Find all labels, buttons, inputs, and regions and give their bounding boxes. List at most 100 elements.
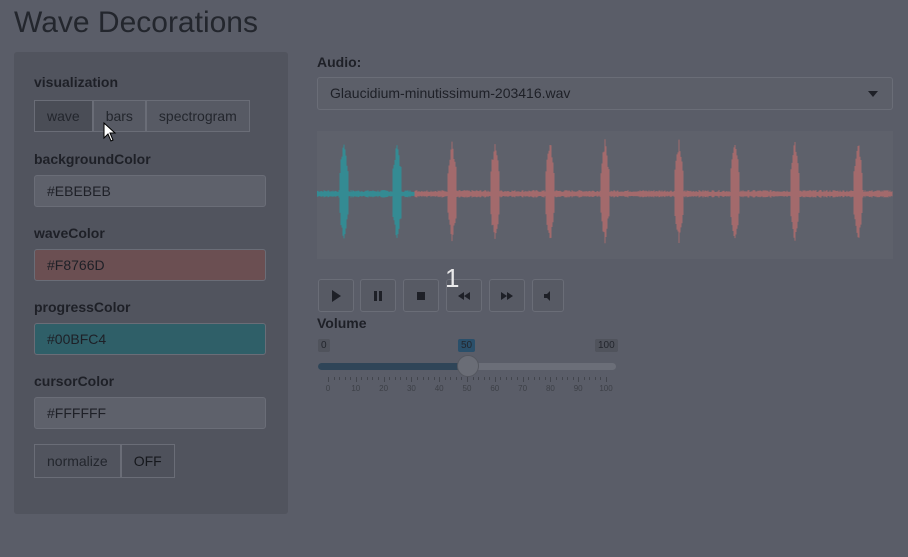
volume-minor-tick bbox=[489, 377, 491, 380]
audio-select[interactable]: Glaucidium-minutissimum-203416.wav bbox=[317, 77, 893, 110]
page-title: Wave Decorations bbox=[14, 6, 258, 39]
mute-icon bbox=[544, 291, 550, 302]
stop-icon bbox=[417, 292, 425, 301]
chevron-down-icon bbox=[868, 91, 878, 97]
volume-tick-label: 20 bbox=[379, 384, 389, 393]
volume-minor-tick bbox=[483, 377, 485, 380]
wave-color-label: waveColor bbox=[34, 225, 105, 241]
pause-icon bbox=[374, 291, 382, 302]
volume-slider[interactable] bbox=[318, 355, 616, 377]
normalize-label: normalize bbox=[34, 444, 121, 478]
visualization-option-wave[interactable]: wave bbox=[34, 100, 93, 132]
volume-minor-tick bbox=[555, 377, 557, 380]
volume-minor-tick bbox=[366, 377, 368, 380]
volume-minor-tick bbox=[478, 377, 480, 380]
volume-tick-label: 50 bbox=[462, 384, 472, 393]
cursor-color-input[interactable]: #FFFFFF bbox=[34, 397, 266, 429]
volume-tick bbox=[467, 377, 468, 382]
progress-color-input[interactable]: #00BFC4 bbox=[34, 323, 266, 355]
progress-color-label: progressColor bbox=[34, 299, 131, 315]
volume-minor-tick bbox=[600, 377, 602, 380]
volume-minor-tick bbox=[583, 377, 585, 380]
pause-button[interactable] bbox=[360, 279, 396, 312]
wave-color-input[interactable]: #F8766D bbox=[34, 249, 266, 281]
stop-button[interactable] bbox=[403, 279, 439, 312]
volume-tick bbox=[606, 377, 607, 382]
mute-button[interactable] bbox=[532, 279, 564, 312]
background-color-input[interactable]: #EBEBEB bbox=[34, 175, 266, 207]
volume-minor-tick bbox=[567, 377, 569, 380]
volume-minor-tick bbox=[533, 377, 535, 380]
volume-tick bbox=[355, 377, 357, 382]
visualization-option-bars[interactable]: bars bbox=[92, 100, 146, 132]
volume-minor-tick bbox=[333, 377, 335, 380]
volume-current-value: 50 bbox=[458, 339, 476, 352]
volume-minor-tick bbox=[450, 377, 452, 380]
volume-minor-tick bbox=[511, 377, 513, 380]
volume-minor-tick bbox=[455, 377, 457, 380]
volume-tick-label: 90 bbox=[573, 384, 583, 393]
volume-minor-tick bbox=[544, 377, 546, 380]
volume-minor-tick bbox=[572, 377, 574, 380]
volume-tick-label: 10 bbox=[351, 384, 361, 393]
visualization-button-group: wave bars spectrogram bbox=[34, 100, 250, 132]
volume-minor-tick bbox=[389, 377, 391, 380]
volume-tick-label: 60 bbox=[490, 384, 500, 393]
volume-minor-tick bbox=[372, 377, 374, 380]
volume-minor-tick bbox=[394, 377, 396, 380]
normalize-state[interactable]: OFF bbox=[120, 444, 175, 478]
volume-minor-tick bbox=[416, 377, 418, 380]
volume-tick bbox=[328, 377, 329, 382]
volume-minor-tick bbox=[461, 377, 463, 380]
waveform[interactable] bbox=[316, 131, 893, 259]
background-color-label: backgroundColor bbox=[34, 151, 151, 167]
volume-minor-tick bbox=[422, 377, 424, 380]
volume-minor-tick bbox=[589, 377, 591, 380]
visualization-option-spectrogram[interactable]: spectrogram bbox=[145, 100, 250, 132]
fast-forward-icon bbox=[501, 292, 513, 301]
volume-minor-tick bbox=[517, 377, 519, 380]
volume-tick-label: 100 bbox=[599, 384, 613, 393]
volume-tick-label: 80 bbox=[545, 384, 555, 393]
volume-minor-tick bbox=[400, 377, 402, 380]
volume-slider-handle[interactable] bbox=[457, 355, 479, 377]
volume-minor-tick bbox=[378, 377, 380, 380]
volume-tick-label: 0 bbox=[325, 384, 331, 393]
play-icon bbox=[332, 290, 341, 303]
volume-tick bbox=[578, 377, 580, 382]
fast-forward-button[interactable] bbox=[489, 279, 525, 312]
volume-minor-tick bbox=[539, 377, 541, 380]
volume-minor-tick bbox=[505, 377, 507, 380]
volume-minor-tick bbox=[339, 377, 341, 380]
volume-tick bbox=[550, 377, 552, 382]
volume-minor-tick bbox=[405, 377, 407, 380]
volume-minor-tick bbox=[561, 377, 563, 380]
visualization-label: visualization bbox=[34, 74, 119, 90]
volume-slider-fill bbox=[318, 363, 467, 370]
volume-tick bbox=[439, 377, 441, 382]
volume-minor-tick bbox=[528, 377, 530, 380]
volume-label: Volume bbox=[317, 315, 367, 331]
mouse-pointer-icon bbox=[103, 122, 117, 142]
volume-minor-tick bbox=[361, 377, 363, 380]
step-counter: 1 bbox=[445, 263, 460, 293]
volume-tick bbox=[522, 377, 524, 382]
volume-tick-label: 30 bbox=[406, 384, 416, 393]
audio-label: Audio: bbox=[317, 54, 362, 70]
volume-minor-tick bbox=[500, 377, 502, 380]
volume-minor-tick bbox=[428, 377, 430, 380]
volume-minor-tick bbox=[433, 377, 435, 380]
volume-tick-label: 40 bbox=[434, 384, 444, 393]
volume-minor-tick bbox=[350, 377, 352, 380]
volume-minor-tick bbox=[472, 377, 474, 380]
volume-tick-label: 70 bbox=[518, 384, 528, 393]
volume-minor-tick bbox=[344, 377, 346, 380]
volume-tick bbox=[383, 377, 385, 382]
play-button[interactable] bbox=[318, 279, 354, 312]
volume-max-label: 100 bbox=[595, 339, 618, 352]
waveform-canvas[interactable] bbox=[316, 131, 893, 259]
volume-tick bbox=[494, 377, 496, 382]
normalize-toggle[interactable]: normalize OFF bbox=[34, 444, 175, 478]
volume-tick bbox=[411, 377, 413, 382]
audio-selected-file: Glaucidium-minutissimum-203416.wav bbox=[330, 85, 571, 101]
